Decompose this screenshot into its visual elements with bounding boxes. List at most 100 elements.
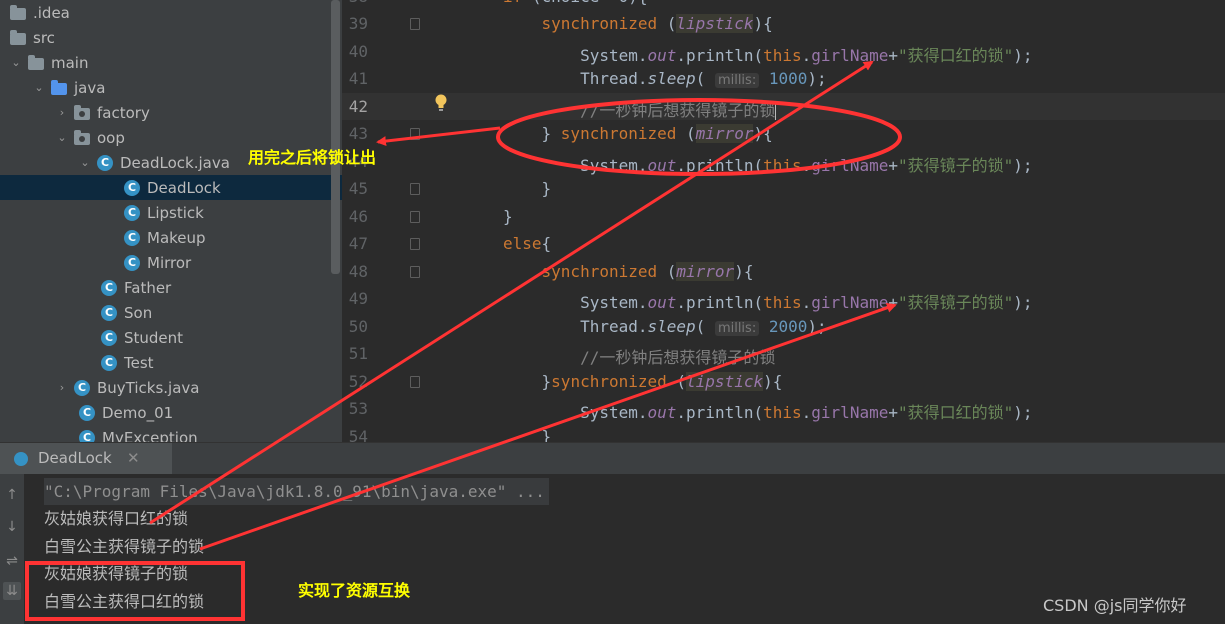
package-icon [74,104,90,120]
run-tool-window-header: DeadLock ✕ [0,442,1225,475]
fold-marker-icon[interactable] [410,18,420,30]
fold-marker-icon[interactable] [410,238,420,250]
code-text: synchronized (lipstick){ [541,14,773,33]
tree-item-lipstick[interactable]: C Lipstick [0,200,342,225]
console-line: 白雪公主获得口红的锁 [44,592,205,611]
folder-icon [10,4,26,20]
console-line: 灰姑娘获得口红的锁 [44,509,189,528]
java-class-icon: C [74,379,90,396]
code-text: System.out.println(this.girlName+"获得镜子的锁… [503,293,1033,312]
tree-item-student[interactable]: C Student [0,325,342,350]
line-number: 46 [348,207,368,226]
code-line: 44 System.out.println(this.girlName+"获得镜… [342,148,1225,175]
code-text: //一秒钟后想获得镜子的锁 [580,348,776,367]
folder-icon [10,29,26,45]
tree-item-father[interactable]: C Father [0,275,342,300]
tree-item-idea[interactable]: .idea [0,0,340,25]
code-line: 39 synchronized (lipstick){ [342,10,1225,37]
tree-item-label: DeadLock.java [120,153,230,172]
code-line: 54 } [342,423,1225,442]
tree-scrollbar[interactable] [331,0,340,274]
tree-item-buyticks-java[interactable]: › C BuyTicks.java [0,375,342,400]
chevron-right-icon[interactable]: › [56,381,68,394]
tree-item-label: src [33,28,55,47]
code-line: 53 System.out.println(this.girlName+"获得口… [342,395,1225,422]
code-text: System.out.println(this.girlName+"获得镜子的锁… [503,156,1033,175]
tree-item-makeup[interactable]: C Makeup [0,225,342,250]
java-class-icon: C [79,404,95,421]
fold-marker-icon[interactable] [410,376,420,388]
console-output[interactable]: "C:\Program Files\Java\jdk1.8.0_91\bin\j… [0,474,1225,624]
watermark: CSDN @js同学你好 [1043,596,1187,615]
line-number: 51 [348,344,368,363]
tree-item-src[interactable]: src [0,25,340,50]
chevron-down-icon[interactable]: ⌄ [10,56,22,69]
tree-item-test[interactable]: C Test [0,350,342,375]
arrow-up-icon[interactable]: ↑ [3,486,21,504]
chevron-right-icon[interactable]: › [56,106,68,119]
code-line-current: 42 //一秒钟后想获得镜子的锁 [342,93,1225,120]
tree-item-main[interactable]: ⌄ main [0,50,340,75]
line-number: 45 [348,179,368,198]
code-text: Thread.sleep( millis: 2000); [503,317,827,336]
tree-item-deadlock-class[interactable]: C DeadLock [0,175,342,200]
tree-item-son[interactable]: C Son [0,300,342,325]
code-text: } [503,427,552,442]
chevron-down-icon[interactable]: ⌄ [56,131,68,144]
console-line: 白雪公主获得镜子的锁 [44,537,205,556]
tree-item-label: java [74,78,106,97]
line-number: 39 [348,14,368,33]
close-icon[interactable]: ✕ [127,449,140,467]
tree-item-mirror[interactable]: C Mirror [0,250,342,275]
fold-marker-icon[interactable] [410,128,420,140]
chevron-down-icon[interactable]: ⌄ [79,156,91,169]
annotation-resource-swap: 实现了资源互换 [298,581,411,600]
class-icon: C [101,279,117,296]
code-text: System.out.println(this.girlName+"获得口红的锁… [503,46,1033,65]
annotation-release-lock: 用完之后将锁让出 [248,148,377,167]
fold-marker-icon[interactable] [410,183,420,195]
code-text: //一秒钟后想获得镜子的锁 [580,101,777,120]
code-line: 43 } synchronized (mirror){ [342,120,1225,147]
code-line: 40 System.out.println(this.girlName+"获得口… [342,38,1225,65]
scroll-to-end-icon[interactable]: ⇊ [3,582,21,600]
tree-item-demo01[interactable]: C Demo_01 [0,400,342,425]
tree-item-label: Student [124,328,184,347]
package-icon [74,129,90,145]
line-number: 40 [348,42,368,61]
soft-wrap-icon[interactable]: ⇌ [3,552,21,570]
tab-deadlock[interactable]: DeadLock ✕ [0,443,172,475]
line-number: 41 [348,69,368,88]
tree-item-label: .idea [33,3,70,22]
tree-item-java[interactable]: ⌄ java [0,75,342,100]
fold-marker-icon[interactable] [410,211,420,223]
chevron-down-icon[interactable]: ⌄ [33,81,45,94]
class-icon: C [101,329,117,346]
code-line: 45 } [342,175,1225,202]
tree-item-myexception[interactable]: C MyException [0,425,342,442]
fold-marker-icon[interactable] [410,266,420,278]
code-text: else{ [503,234,552,253]
line-number: 53 [348,399,368,418]
console-command-line: "C:\Program Files\Java\jdk1.8.0_91\bin\j… [44,478,549,505]
line-number: 42 [348,97,368,116]
code-text: } [503,207,513,226]
line-number: 49 [348,289,368,308]
project-tree-panel: .idea src ⌄ main ⌄ java › factory ⌄ oop ⌄ C De… [0,0,342,442]
code-line: 48 synchronized (mirror){ [342,258,1225,285]
code-editor[interactable]: 38 if (choice==0){ 39 synchronized (lipst… [342,0,1225,442]
line-number: 50 [348,317,368,336]
line-number: 43 [348,124,368,143]
arrow-down-icon[interactable]: ↓ [3,518,21,536]
java-class-icon: C [101,354,117,371]
class-icon: C [124,204,140,221]
code-text: }synchronized (lipstick){ [503,372,783,391]
lightbulb-icon[interactable] [434,94,448,112]
tree-item-factory[interactable]: › factory [0,100,342,125]
line-number: 48 [348,262,368,281]
line-number: 38 [342,0,368,6]
tree-item-label: Father [124,278,172,297]
console-toolbar: ↑ ↓ ⇌ ⇊ [0,474,24,624]
code-line: 47 else{ [342,230,1225,257]
class-icon: C [101,304,117,321]
